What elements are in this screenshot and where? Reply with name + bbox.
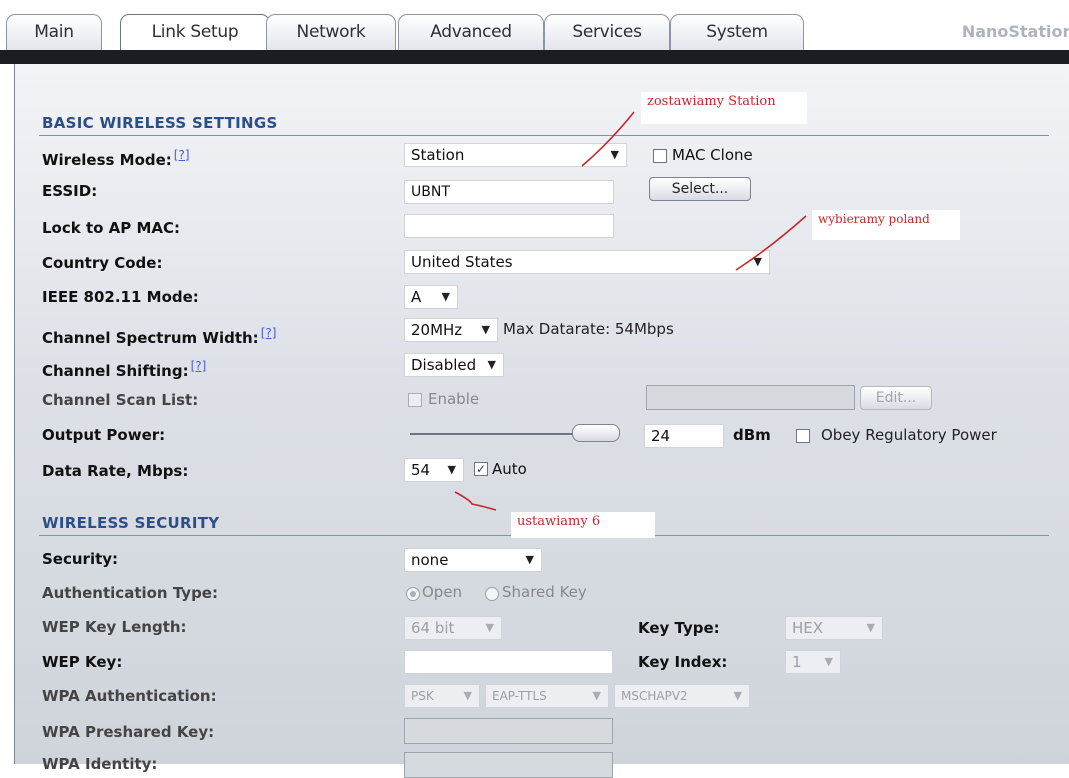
- auth-open-radio[interactable]: [406, 587, 420, 601]
- key-index-select[interactable]: 1 ▼: [785, 650, 841, 674]
- obey-regulatory-label: Obey Regulatory Power: [821, 426, 997, 444]
- annotation-station: zostawiamy Station: [641, 92, 807, 124]
- key-type-label: Key Type:: [638, 619, 720, 637]
- wpa-identity-label: WPA Identity:: [42, 755, 158, 773]
- essid-label: ESSID:: [42, 182, 98, 200]
- chevron-down-icon: ▼: [487, 358, 496, 371]
- chevron-down-icon: ▼: [463, 689, 472, 702]
- wireless-mode-label: Wireless Mode: [?]: [42, 148, 190, 169]
- tab-network[interactable]: Network: [266, 14, 396, 50]
- auth-shared-label: Shared Key: [502, 583, 587, 601]
- security-label: Security:: [42, 550, 119, 568]
- chevron-down-icon: ▼: [610, 148, 619, 161]
- wpa-auth-select-3[interactable]: MSCHAPV2 ▼: [614, 684, 750, 708]
- wpa-auth-select-1[interactable]: PSK ▼: [404, 684, 480, 708]
- ieee-mode-label: IEEE 802.11 Mode:: [42, 288, 199, 306]
- ieee-mode-select[interactable]: A ▼: [404, 285, 458, 309]
- scan-list-label: Channel Scan List:: [42, 391, 199, 409]
- wireless-mode-select[interactable]: Station ▼: [404, 143, 627, 167]
- wpa-psk-input: [404, 718, 613, 744]
- output-power-label: Output Power:: [42, 426, 166, 444]
- annotation-rate: ustawiamy 6: [511, 512, 655, 538]
- spectrum-width-label: Channel Spectrum Width: [?]: [42, 326, 277, 347]
- data-rate-select[interactable]: 54 ▼: [404, 458, 464, 482]
- obey-regulatory-checkbox[interactable]: [796, 429, 810, 443]
- section-title-basic: BASIC WIRELESS SETTINGS: [42, 114, 278, 132]
- chevron-down-icon: ▼: [447, 463, 456, 476]
- auth-shared-radio[interactable]: [485, 587, 499, 601]
- wep-length-select[interactable]: 64 bit ▼: [404, 616, 502, 640]
- edit-scan-list-button[interactable]: Edit...: [860, 386, 932, 410]
- wep-length-label: WEP Key Length:: [42, 618, 187, 636]
- channel-shifting-select[interactable]: Disabled ▼: [404, 353, 504, 377]
- channel-shifting-label: Channel Shifting: [?]: [42, 359, 207, 380]
- output-power-slider-handle[interactable]: [572, 424, 620, 442]
- wpa-auth-label: WPA Authentication:: [42, 687, 217, 705]
- max-datarate-text: Max Datarate: 54Mbps: [503, 320, 674, 338]
- scan-list-enable-label: Enable: [428, 390, 480, 408]
- scan-list-input: [646, 385, 855, 410]
- spectrum-width-select[interactable]: 20MHz ▼: [404, 318, 498, 342]
- data-rate-label: Data Rate, Mbps:: [42, 462, 189, 480]
- help-link[interactable]: [?]: [261, 326, 277, 340]
- chevron-down-icon: ▼: [481, 323, 490, 336]
- wep-key-label: WEP Key:: [42, 653, 123, 671]
- chevron-down-icon: ▼: [485, 621, 494, 634]
- scan-list-checkbox[interactable]: [408, 393, 422, 407]
- wep-key-input[interactable]: [404, 650, 613, 674]
- lock-ap-mac-label: Lock to AP MAC:: [42, 219, 181, 237]
- country-code-select[interactable]: United States ▼: [404, 250, 770, 274]
- key-index-label: Key Index:: [638, 653, 728, 671]
- wpa-psk-label: WPA Preshared Key:: [42, 723, 215, 741]
- country-code-label: Country Code:: [42, 254, 163, 272]
- wpa-identity-input: [404, 752, 613, 778]
- output-power-input[interactable]: 24: [644, 424, 724, 448]
- select-essid-button[interactable]: Select...: [649, 177, 751, 201]
- chevron-down-icon: ▼: [441, 290, 450, 303]
- chevron-down-icon: ▼: [753, 255, 762, 268]
- auth-type-label: Authentication Type:: [42, 584, 218, 602]
- security-select[interactable]: none ▼: [404, 548, 542, 572]
- essid-input[interactable]: UBNT: [404, 180, 614, 204]
- tab-system[interactable]: System: [670, 14, 804, 50]
- auto-rate-label: Auto: [492, 460, 527, 478]
- tab-advanced[interactable]: Advanced: [398, 14, 544, 50]
- chevron-down-icon: ▼: [525, 553, 534, 566]
- tab-main[interactable]: Main: [6, 14, 102, 50]
- section-divider: [39, 135, 1049, 136]
- annotation-poland: wybieramy poland: [812, 210, 960, 240]
- help-link[interactable]: [?]: [191, 359, 207, 373]
- section-title-security: WIRELESS SECURITY: [42, 514, 220, 532]
- device-name: NanoStation5: [961, 22, 1069, 41]
- chevron-down-icon: ▼: [866, 621, 875, 634]
- auto-rate-checkbox[interactable]: ✓: [474, 462, 488, 476]
- mac-clone-label: MAC Clone: [672, 146, 753, 164]
- lock-ap-mac-input[interactable]: [404, 214, 614, 238]
- chevron-down-icon: ▼: [733, 689, 742, 702]
- auth-open-label: Open: [422, 583, 463, 601]
- chevron-down-icon: ▼: [824, 655, 833, 668]
- tab-bar: Main Link Setup Network Advanced Service…: [0, 0, 1069, 50]
- header-divider: [0, 50, 1069, 64]
- tab-link-setup[interactable]: Link Setup: [120, 14, 270, 50]
- output-power-slider-track[interactable]: [410, 433, 580, 435]
- settings-panel: BASIC WIRELESS SETTINGS Wireless Mode: [?…: [14, 64, 1069, 778]
- tab-services[interactable]: Services: [544, 14, 670, 50]
- dbm-unit: dBm: [733, 426, 771, 444]
- checkmark-icon: ✓: [475, 462, 487, 476]
- chevron-down-icon: ▼: [592, 689, 601, 702]
- wpa-auth-select-2[interactable]: EAP-TTLS ▼: [485, 684, 609, 708]
- key-type-select[interactable]: HEX ▼: [785, 616, 883, 640]
- help-link[interactable]: [?]: [174, 148, 190, 162]
- mac-clone-checkbox[interactable]: [653, 149, 667, 163]
